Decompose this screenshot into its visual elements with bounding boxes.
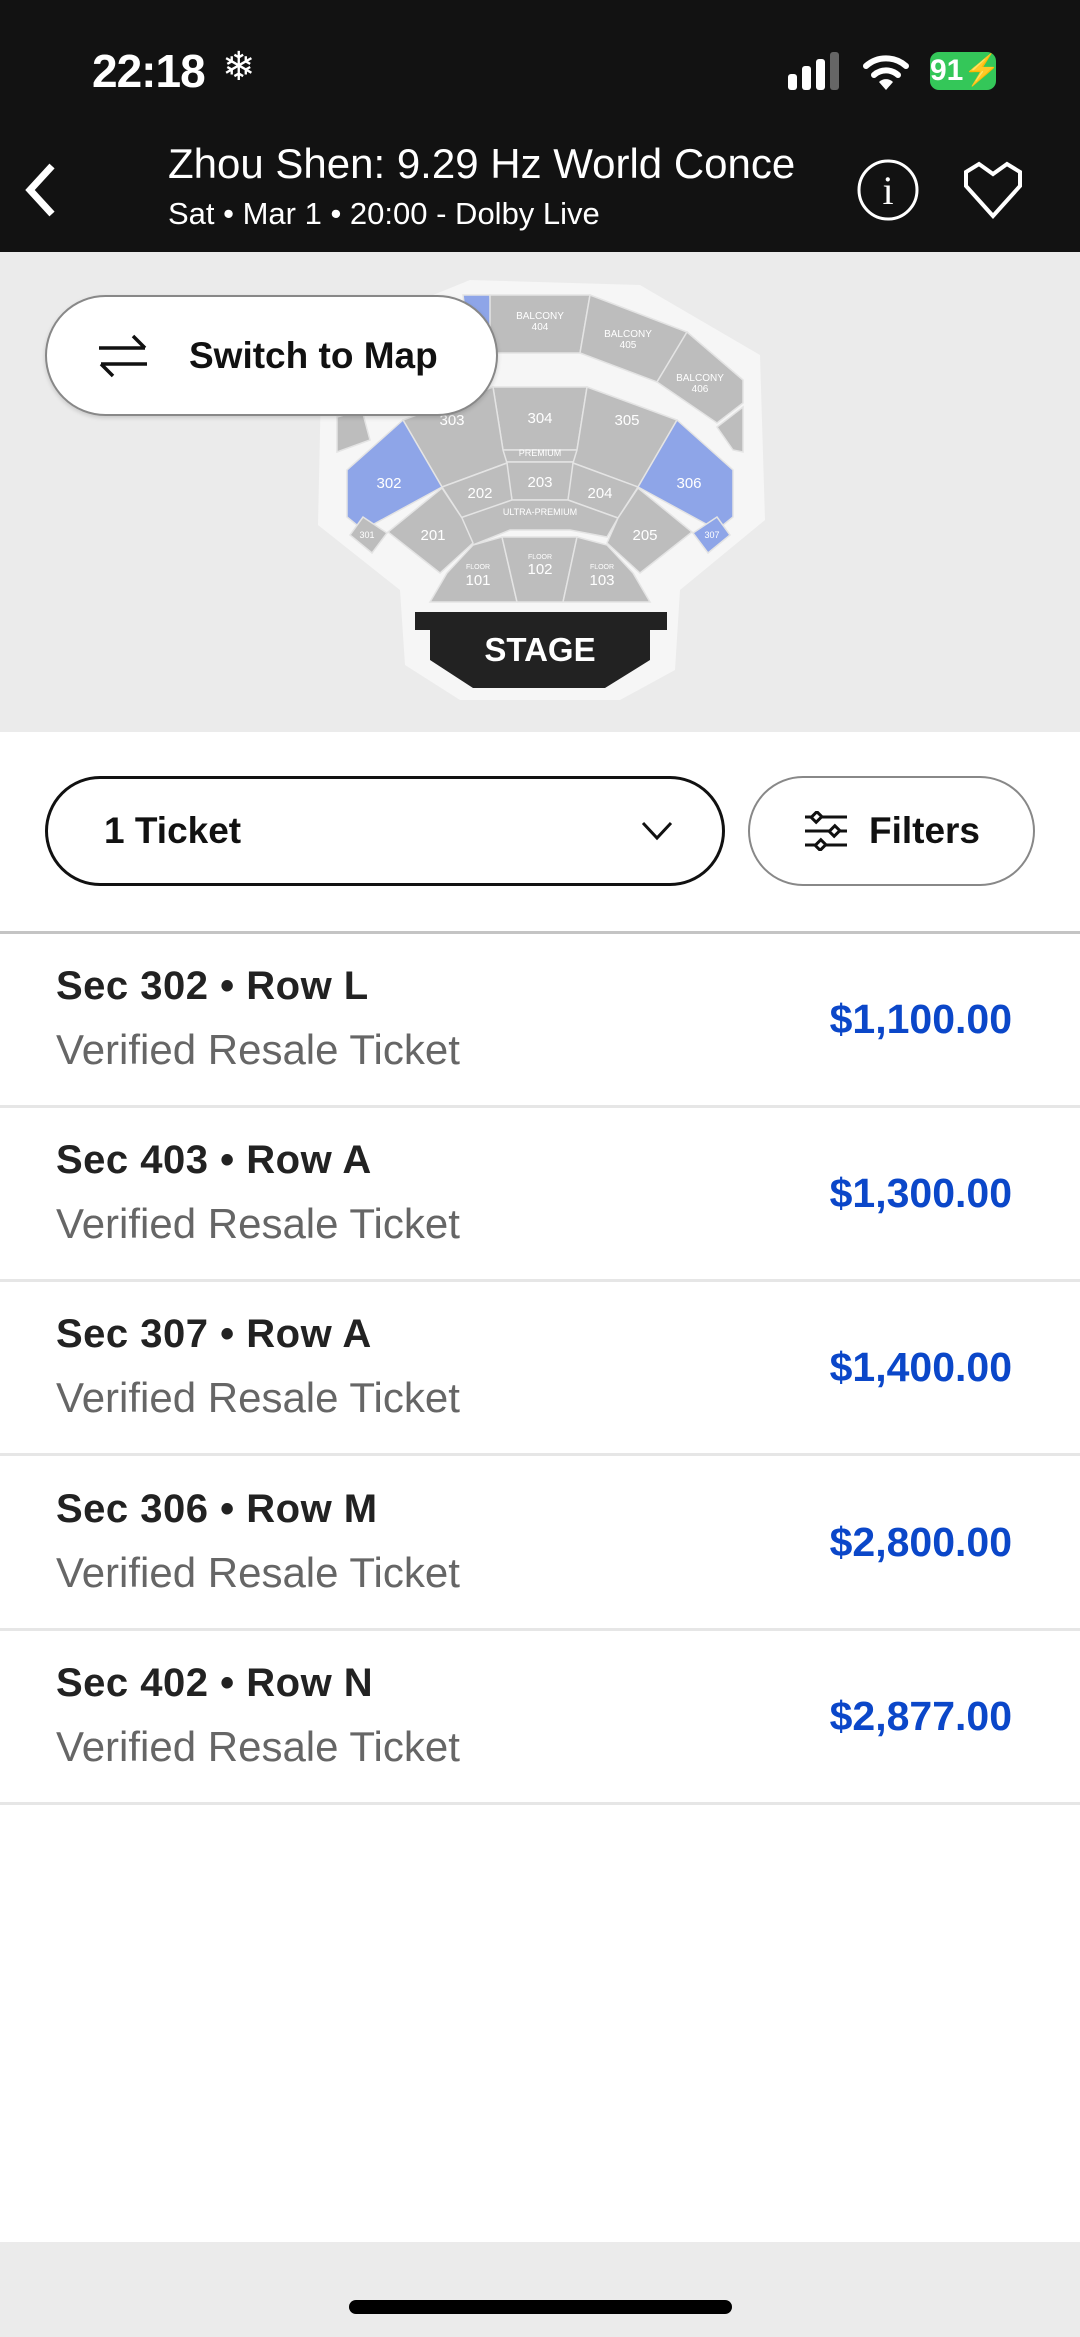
listing-price: $1,400.00 bbox=[829, 1344, 1012, 1390]
listing-type: Verified Resale Ticket bbox=[56, 1026, 460, 1073]
label-301: 301 bbox=[359, 530, 374, 540]
top-bar: 22:18 ❄ 91⚡ Zhou Shen: 9.29 Hz World Con… bbox=[0, 0, 1080, 252]
listing-section: Sec 403 • Row A bbox=[56, 1138, 372, 1182]
label-405-num: 405 bbox=[620, 340, 637, 351]
label-stage: STAGE bbox=[484, 631, 595, 668]
label-406-num: 406 bbox=[692, 384, 709, 395]
bottom-bar bbox=[0, 2242, 1080, 2337]
label-406: BALCONY bbox=[676, 373, 724, 384]
label-302: 302 bbox=[376, 475, 401, 492]
listing-section: Sec 302 • Row L bbox=[56, 964, 369, 1008]
label-203: 203 bbox=[527, 474, 552, 491]
label-floor-103: FLOOR bbox=[590, 564, 614, 571]
swap-arrows-icon bbox=[99, 334, 147, 377]
back-chevron-icon[interactable] bbox=[20, 160, 60, 220]
filters-button[interactable]: Filters bbox=[748, 776, 1035, 886]
label-202: 202 bbox=[467, 485, 492, 502]
event-title: Zhou Shen: 9.29 Hz World Conce bbox=[168, 140, 796, 187]
label-201: 201 bbox=[420, 527, 445, 544]
switch-to-map-label: Switch to Map bbox=[189, 334, 438, 376]
listing-price: $1,100.00 bbox=[829, 996, 1012, 1042]
battery-indicator: 91⚡ bbox=[930, 52, 1001, 90]
listing-section: Sec 306 • Row M bbox=[56, 1487, 378, 1531]
status-time: 22:18 bbox=[92, 45, 206, 97]
label-103: 103 bbox=[589, 572, 614, 589]
listing-type: Verified Resale Ticket bbox=[56, 1723, 460, 1770]
wifi-icon bbox=[863, 55, 909, 90]
label-102: 102 bbox=[527, 561, 552, 578]
listing-price: $1,300.00 bbox=[829, 1170, 1012, 1216]
listing-type: Verified Resale Ticket bbox=[56, 1200, 460, 1247]
event-subtitle: Sat • Mar 1 • 20:00 - Dolby Live bbox=[168, 196, 600, 231]
label-404: BALCONY bbox=[516, 311, 564, 322]
switch-to-map-button[interactable]: Switch to Map bbox=[45, 295, 498, 416]
listing-type: Verified Resale Ticket bbox=[56, 1374, 460, 1421]
label-204: 204 bbox=[587, 485, 612, 502]
filters-label: Filters bbox=[868, 810, 981, 851]
home-indicator[interactable] bbox=[349, 2300, 732, 2314]
label-premium: PREMIUM bbox=[519, 448, 562, 458]
listing-row[interactable]: Sec 403 • Row A Verified Resale Ticket $… bbox=[0, 1108, 1080, 1282]
label-307: 307 bbox=[704, 530, 719, 540]
snowflake-icon: ❄ bbox=[222, 45, 256, 89]
svg-text:i: i bbox=[882, 168, 893, 213]
label-306: 306 bbox=[676, 475, 701, 492]
heart-icon[interactable] bbox=[962, 160, 1024, 222]
listing-row[interactable]: Sec 402 • Row N Verified Resale Ticket $… bbox=[0, 1631, 1080, 1805]
label-304: 304 bbox=[527, 410, 552, 427]
sliders-icon bbox=[804, 811, 847, 851]
label-404-num: 404 bbox=[532, 322, 549, 333]
listing-row[interactable]: Sec 306 • Row M Verified Resale Ticket $… bbox=[0, 1457, 1080, 1631]
listing-type: Verified Resale Ticket bbox=[56, 1549, 460, 1596]
battery-level: 91 bbox=[930, 54, 964, 87]
label-101: 101 bbox=[465, 572, 490, 589]
chevron-down-icon bbox=[641, 821, 673, 841]
label-205: 205 bbox=[632, 527, 657, 544]
label-305: 305 bbox=[614, 412, 639, 429]
label-floor-101: FLOOR bbox=[466, 564, 490, 571]
listing-section: Sec 402 • Row N bbox=[56, 1661, 374, 1705]
signal-icon bbox=[788, 52, 839, 90]
ticket-quantity-value: 1 Ticket bbox=[104, 810, 242, 851]
listing-section: Sec 307 • Row A bbox=[56, 1312, 372, 1356]
label-floor-102: FLOOR bbox=[528, 554, 552, 561]
listing-row[interactable]: Sec 302 • Row L Verified Resale Ticket $… bbox=[0, 934, 1080, 1108]
listing-price: $2,877.00 bbox=[829, 1693, 1012, 1739]
listing-row[interactable]: Sec 307 • Row A Verified Resale Ticket $… bbox=[0, 1282, 1080, 1456]
label-ultra-premium: ULTRA-PREMIUM bbox=[503, 507, 577, 517]
info-icon[interactable]: i bbox=[856, 158, 920, 222]
label-405: BALCONY bbox=[604, 329, 652, 340]
ticket-quantity-select[interactable]: 1 Ticket bbox=[45, 776, 725, 886]
listing-price: $2,800.00 bbox=[829, 1519, 1012, 1565]
